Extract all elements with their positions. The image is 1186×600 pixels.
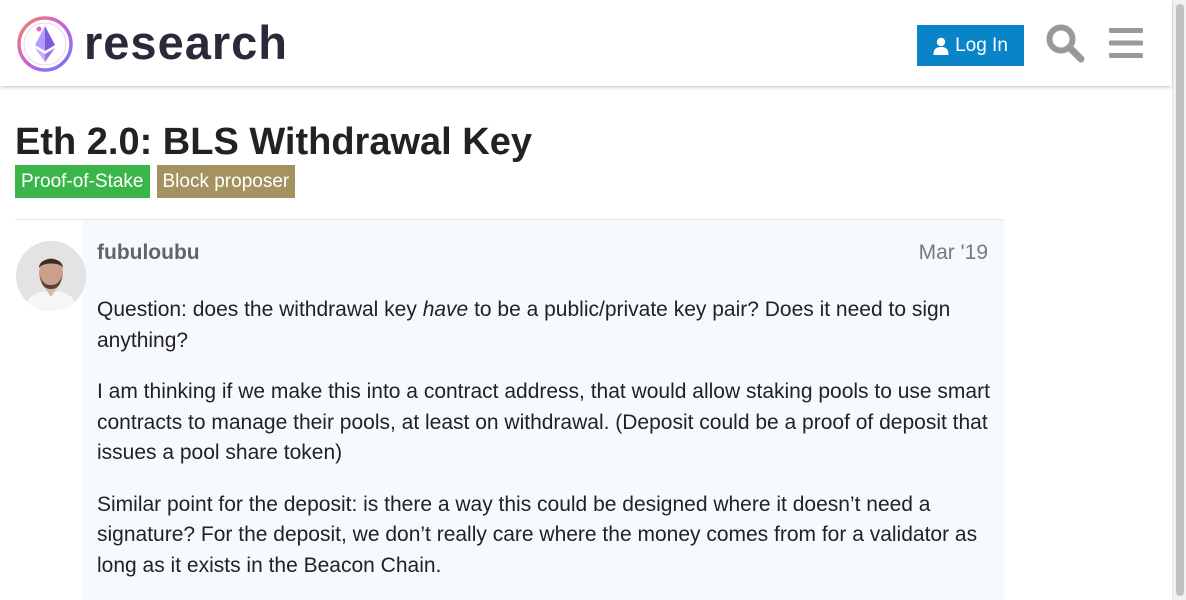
page-scrollbar[interactable] bbox=[1172, 0, 1186, 600]
search-icon[interactable] bbox=[1044, 22, 1086, 64]
post-author-username[interactable]: fubuloubu bbox=[97, 240, 200, 266]
post-p1-emphasis: have bbox=[422, 298, 469, 321]
post-paragraph-2: I am thinking if we make this into a con… bbox=[97, 380, 990, 464]
post-date[interactable]: Mar '19 bbox=[919, 240, 988, 266]
tag-block-proposer[interactable]: Block proposer bbox=[156, 165, 296, 198]
brand-name[interactable]: research bbox=[84, 14, 288, 72]
post-paragraph-3: Similar point for the deposit: is there … bbox=[97, 492, 978, 577]
tag-proof-of-stake[interactable]: Proof-of-Stake bbox=[15, 165, 150, 198]
post-body: Question: does the withdrawal key have t… bbox=[97, 295, 992, 600]
topic-title[interactable]: Eth 2.0: BLS Withdrawal Key bbox=[15, 118, 532, 166]
login-button[interactable]: Log In bbox=[917, 25, 1024, 66]
ethereum-research-logo-icon[interactable] bbox=[16, 15, 74, 73]
avatar[interactable] bbox=[16, 241, 86, 311]
site-header: research Log In bbox=[0, 0, 1172, 86]
topic-tags: Proof-of-Stake Block proposer bbox=[15, 165, 296, 198]
scrollbar-thumb[interactable] bbox=[1176, 4, 1184, 596]
user-icon bbox=[933, 37, 949, 55]
hamburger-menu-icon[interactable] bbox=[1105, 22, 1147, 64]
page: research Log In Eth 2.0: BLS Withdrawal … bbox=[0, 0, 1186, 600]
post-p1-text-start: Question: does the withdrawal key bbox=[97, 298, 423, 321]
login-label: Log In bbox=[955, 34, 1008, 56]
post-paragraph-1: Question: does the withdrawal key have t… bbox=[97, 295, 992, 356]
